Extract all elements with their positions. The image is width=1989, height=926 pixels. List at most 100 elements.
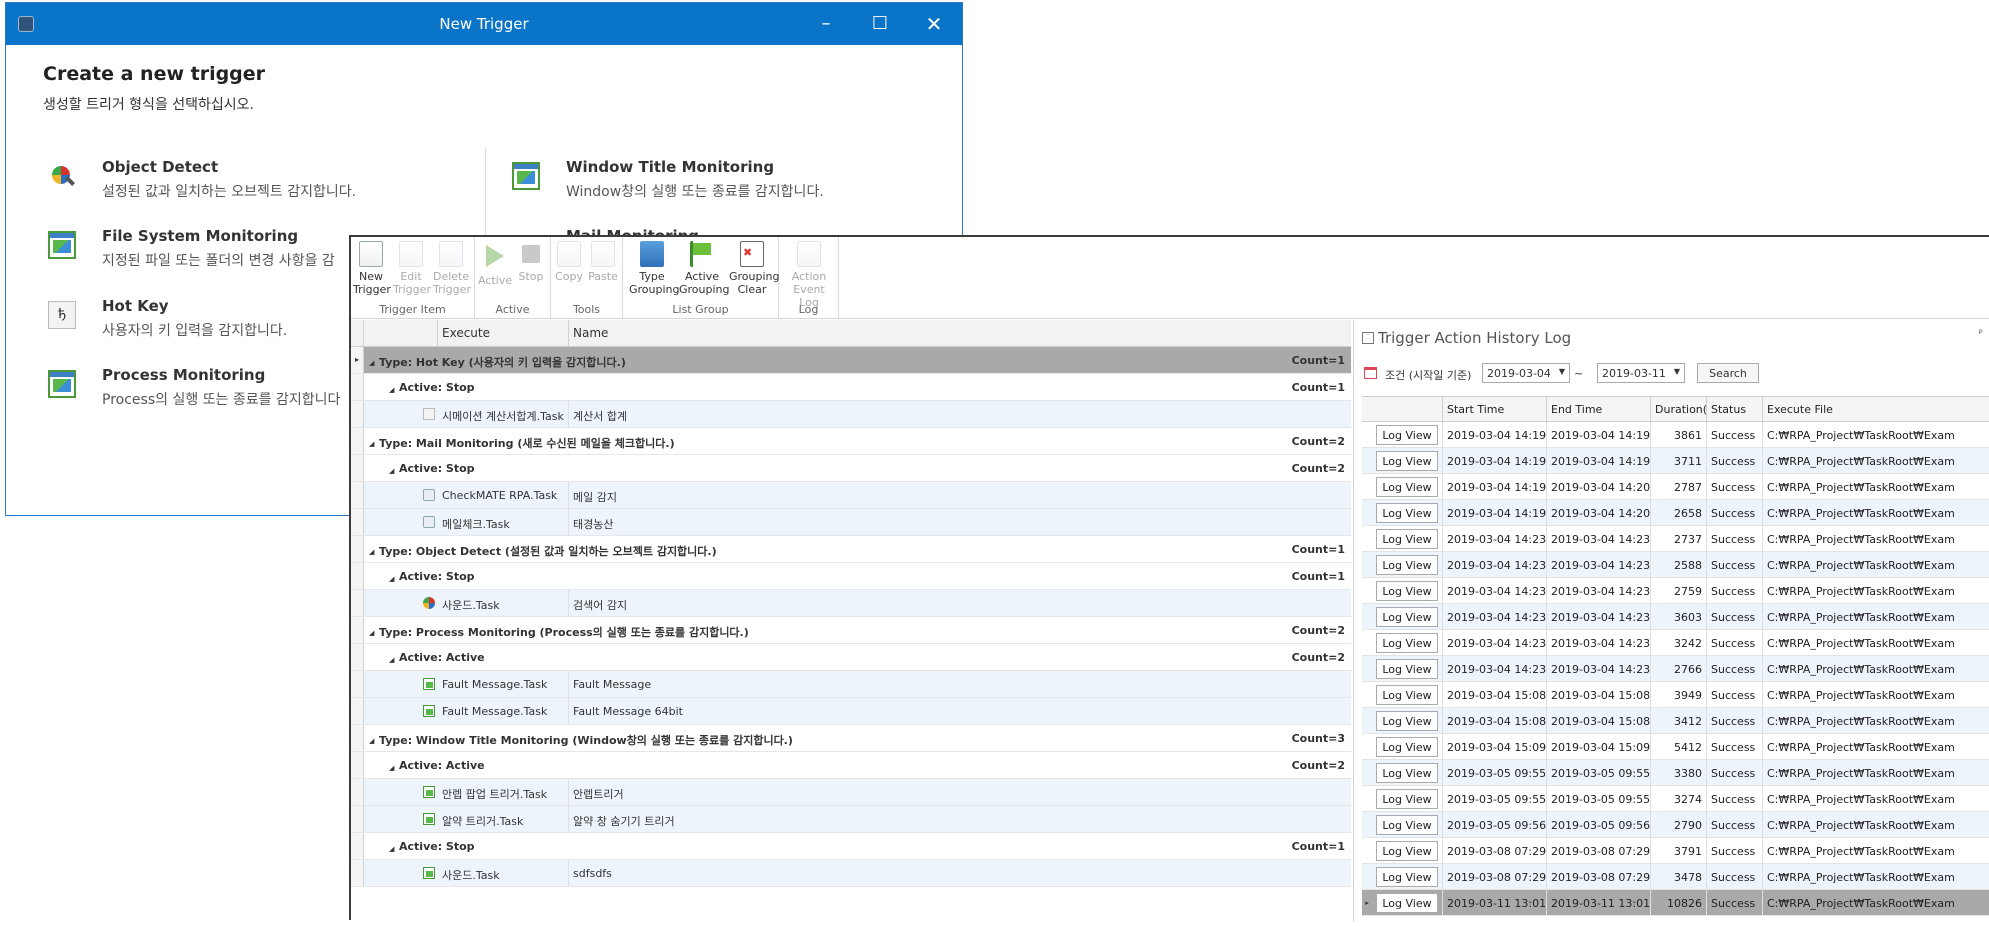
column-header-duration[interactable]: Duration(ms) [1650, 397, 1706, 422]
row-selector[interactable] [1362, 422, 1372, 448]
type-group-row[interactable]: ◢ Type: Process Monitoring (Process의 실행 … [351, 617, 1351, 644]
row-selector[interactable] [351, 806, 364, 832]
column-header-execute-file[interactable]: Execute File [1762, 397, 1989, 422]
active-group-row[interactable]: ◢ Active: Stop Count=1 [351, 374, 1351, 401]
row-selector[interactable] [351, 563, 364, 589]
history-row[interactable]: Log View2019-03-05 09:55:42.5702019-03-0… [1362, 760, 1989, 786]
history-row[interactable]: Log View2019-03-04 14:19:59.4732019-03-0… [1362, 474, 1989, 500]
row-selector[interactable] [1362, 708, 1372, 734]
row-selector[interactable] [1362, 812, 1372, 838]
grouping-clear-button[interactable]: Grouping Clear [729, 239, 780, 296]
expand-toggle-icon[interactable]: ◢ [369, 629, 374, 637]
row-selector[interactable]: ▸ [351, 347, 364, 373]
log-view-button[interactable]: Log View [1376, 633, 1438, 653]
log-view-button[interactable]: Log View [1376, 425, 1438, 445]
expand-toggle-icon[interactable]: ◢ [389, 575, 394, 583]
row-selector[interactable] [351, 833, 364, 859]
history-row[interactable]: Log View2019-03-04 14:19:54.0702019-03-0… [1362, 422, 1989, 448]
log-view-button[interactable]: Log View [1376, 737, 1438, 757]
row-selector[interactable] [1362, 786, 1372, 812]
row-selector[interactable] [1362, 838, 1372, 864]
active-group-row[interactable]: ◢ Active: Stop Count=1 [351, 833, 1351, 860]
row-selector[interactable] [351, 698, 364, 724]
row-selector[interactable] [351, 779, 364, 805]
history-row[interactable]: Log View2019-03-04 14:23:01.4342019-03-0… [1362, 526, 1989, 552]
history-row[interactable]: Log View2019-03-08 07:29:20.6702019-03-0… [1362, 838, 1989, 864]
paste-button[interactable]: Paste [585, 239, 621, 283]
row-selector[interactable] [1362, 526, 1372, 552]
column-header-status[interactable]: Status [1706, 397, 1762, 422]
column-header-end-time[interactable]: End Time [1546, 397, 1650, 422]
task-row[interactable]: 사운드.Task sdfsdfs [351, 860, 1351, 887]
new-trigger-button[interactable]: New Trigger [353, 239, 391, 296]
delete-trigger-button[interactable]: Delete Trigger [433, 239, 471, 296]
log-view-button[interactable]: Log View [1376, 841, 1438, 861]
history-row[interactable]: Log View2019-03-05 09:56:03.1832019-03-0… [1362, 812, 1989, 838]
column-header-execute[interactable]: Execute [438, 326, 568, 340]
expand-toggle-icon[interactable]: ◢ [389, 467, 394, 475]
history-row[interactable]: Log View2019-03-04 14:19:54.1282019-03-0… [1362, 448, 1989, 474]
stop-button[interactable]: Stop [513, 239, 549, 283]
close-button[interactable]: ✕ [908, 3, 960, 45]
row-selector[interactable] [351, 590, 364, 616]
action-event-log-button[interactable]: Action Event Log [783, 239, 835, 309]
active-group-row[interactable]: ◢ Active: Stop Count=2 [351, 455, 1351, 482]
history-row[interactable]: Log View2019-03-04 15:09:31.5592019-03-0… [1362, 734, 1989, 760]
row-selector[interactable] [351, 482, 364, 508]
row-selector[interactable] [351, 725, 364, 751]
row-selector[interactable] [351, 401, 364, 427]
history-row[interactable]: Log View2019-03-04 14:23:39.1302019-03-0… [1362, 630, 1989, 656]
option-object-detect[interactable]: Object Detect 설정된 값과 일치하는 오브젝트 감지합니다. [48, 158, 468, 218]
log-view-button[interactable]: Log View [1376, 893, 1438, 913]
row-selector[interactable] [1362, 500, 1372, 526]
task-row[interactable]: 시메이션 계산서합계.Task 계산서 합계 [351, 401, 1351, 428]
log-view-button[interactable]: Log View [1376, 685, 1438, 705]
row-selector[interactable] [1362, 604, 1372, 630]
copy-button[interactable]: Copy [551, 239, 587, 283]
log-view-button[interactable]: Log View [1376, 607, 1438, 627]
log-view-button[interactable]: Log View [1376, 711, 1438, 731]
history-row[interactable]: Log View2019-03-04 14:19:59.5322019-03-0… [1362, 500, 1989, 526]
expand-toggle-icon[interactable]: ◢ [369, 737, 374, 745]
row-selector[interactable] [351, 644, 364, 670]
log-view-button[interactable]: Log View [1376, 763, 1438, 783]
edit-trigger-button[interactable]: Edit Trigger [393, 239, 431, 296]
history-row[interactable]: Log View2019-03-04 14:23:35.6802019-03-0… [1362, 604, 1989, 630]
row-selector[interactable] [351, 617, 364, 643]
column-header-start-time[interactable]: Start Time [1442, 397, 1546, 422]
row-selector[interactable] [1362, 682, 1372, 708]
type-group-row[interactable]: ▸ ◢ Type: Hot Key (사용자의 키 입력을 감지합니다.) Coun… [351, 347, 1351, 374]
row-selector[interactable] [351, 455, 364, 481]
row-selector[interactable] [1362, 760, 1372, 786]
expand-toggle-icon[interactable]: ◢ [389, 845, 394, 853]
history-row[interactable]: Log View2019-03-04 14:23:39.2022019-03-0… [1362, 656, 1989, 682]
type-group-row[interactable]: ◢ Type: Window Title Monitoring (Window창… [351, 725, 1351, 752]
history-row[interactable]: ▸Log View2019-03-11 13:01:23.0442019-03-… [1362, 890, 1989, 916]
task-row[interactable]: Fault Message.Task Fault Message 64bit [351, 698, 1351, 725]
task-row[interactable]: Fault Message.Task Fault Message [351, 671, 1351, 698]
expand-toggle-icon[interactable]: ◢ [389, 656, 394, 664]
log-view-button[interactable]: Log View [1376, 867, 1438, 887]
row-selector[interactable] [351, 752, 364, 778]
history-row[interactable]: Log View2019-03-04 15:08:54.5152019-03-0… [1362, 708, 1989, 734]
log-view-button[interactable]: Log View [1376, 581, 1438, 601]
expand-toggle-icon[interactable]: ◢ [369, 440, 374, 448]
row-selector[interactable] [1362, 864, 1372, 890]
history-row[interactable]: Log View2019-03-08 07:29:20.8082019-03-0… [1362, 864, 1989, 890]
option-window-title-monitoring[interactable]: Window Title Monitoring Window창의 실행 또는 종… [512, 158, 932, 218]
search-button[interactable]: Search [1697, 363, 1759, 383]
active-group-row[interactable]: ◢ Active: Active Count=2 [351, 752, 1351, 779]
expand-toggle-icon[interactable]: ◢ [389, 764, 394, 772]
row-selector[interactable] [351, 428, 364, 454]
log-view-button[interactable]: Log View [1376, 659, 1438, 679]
row-selector[interactable] [1362, 656, 1372, 682]
expand-toggle-icon[interactable]: ◢ [389, 386, 394, 394]
log-view-button[interactable]: Log View [1376, 529, 1438, 549]
log-view-button[interactable]: Log View [1376, 451, 1438, 471]
column-header-name[interactable]: Name [568, 320, 612, 347]
row-selector[interactable] [1362, 734, 1372, 760]
row-selector[interactable] [351, 671, 364, 697]
row-selector[interactable] [1362, 578, 1372, 604]
row-selector[interactable]: ▸ [1362, 890, 1372, 916]
type-group-row[interactable]: ◢ Type: Object Detect (설정된 값과 일치하는 오브젝트 … [351, 536, 1351, 563]
